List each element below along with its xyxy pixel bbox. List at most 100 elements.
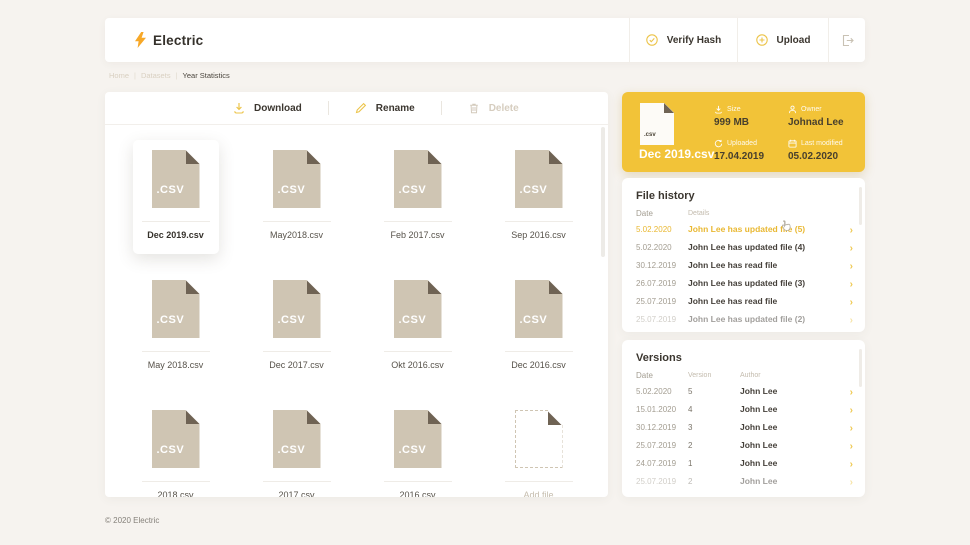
upload-button[interactable]: Upload bbox=[737, 18, 828, 62]
logout-button[interactable] bbox=[828, 18, 865, 62]
chevron-right-icon bbox=[845, 382, 853, 400]
file-extension-label: .csv bbox=[644, 132, 656, 138]
file-tile[interactable]: .CSV 2016.csv bbox=[357, 400, 478, 497]
version-date: 25.07.2019 bbox=[636, 476, 677, 486]
history-details: John Lee has updated file (4) bbox=[688, 242, 806, 252]
version-row[interactable]: 25.07.2019 2 John Lee bbox=[622, 436, 865, 454]
history-row[interactable]: 25.07.2019 John Lee has updated file (2) bbox=[622, 310, 865, 328]
file-history-header: Date Details bbox=[622, 207, 865, 220]
history-row[interactable]: 25.07.2019 John Lee has read file bbox=[622, 292, 865, 310]
rename-button[interactable]: Rename bbox=[355, 102, 415, 114]
history-date: 30.12.2019 bbox=[636, 260, 677, 270]
chevron-right-icon bbox=[845, 274, 853, 292]
scrollbar-thumb[interactable] bbox=[859, 187, 862, 225]
logout-icon bbox=[841, 34, 854, 47]
version-row[interactable]: 24.07.2019 1 John Lee bbox=[622, 454, 865, 472]
versions-header: Date Version Author bbox=[622, 369, 865, 382]
size-label: Size bbox=[727, 106, 741, 113]
file-name: Feb 2017.csv bbox=[390, 230, 445, 240]
version-number: 5 bbox=[688, 386, 693, 396]
owner-value: Johnad Lee bbox=[788, 117, 844, 128]
version-date: 15.01.2020 bbox=[636, 404, 677, 414]
history-date: 25.07.2019 bbox=[636, 296, 677, 306]
column-header-version: Version bbox=[688, 372, 712, 379]
file-name: Okt 2016.csv bbox=[391, 360, 444, 370]
add-file-tile[interactable]: Add file bbox=[478, 400, 599, 497]
selected-file-details-card: .csv Dec 2019.csv Size 999 MB Owner John… bbox=[622, 92, 865, 172]
file-tile[interactable]: .CSV Dec 2017.csv bbox=[236, 270, 357, 400]
csv-file-icon: .CSV bbox=[393, 150, 442, 208]
column-header-author: Author bbox=[740, 372, 761, 379]
file-tile-selected[interactable]: .CSV Dec 2019.csv bbox=[115, 140, 236, 270]
version-date: 24.07.2019 bbox=[636, 458, 677, 468]
check-circle-icon bbox=[646, 34, 658, 46]
owner-cell: Owner Johnad Lee bbox=[788, 105, 844, 128]
version-row[interactable]: 25.07.2019 2 John Lee bbox=[622, 472, 865, 490]
file-extension-label: .CSV bbox=[156, 444, 185, 456]
history-date: 25.07.2019 bbox=[636, 314, 677, 324]
versions-card: Versions Date Version Author 5.02.2020 5… bbox=[622, 340, 865, 497]
owner-label: Owner bbox=[801, 106, 822, 113]
scrollbar-thumb[interactable] bbox=[601, 127, 605, 257]
history-row[interactable]: 30.12.2019 John Lee has read file bbox=[622, 256, 865, 274]
csv-file-icon: .CSV bbox=[272, 280, 321, 338]
file-name: 2016.csv bbox=[399, 490, 436, 497]
chevron-right-icon bbox=[845, 418, 853, 436]
modified-cell: Last modified 05.02.2020 bbox=[788, 139, 843, 162]
history-row[interactable]: 5.02.2020 John Lee has updated file (4) bbox=[622, 238, 865, 256]
size-icon bbox=[714, 105, 723, 114]
modified-value: 05.02.2020 bbox=[788, 151, 839, 162]
rename-label: Rename bbox=[375, 102, 415, 114]
divider bbox=[141, 221, 210, 222]
file-tile[interactable]: .CSV May2018.csv bbox=[236, 140, 357, 270]
breadcrumb-datasets[interactable]: Datasets bbox=[141, 71, 183, 80]
breadcrumb: HomeDatasetsYear Statistics bbox=[109, 71, 230, 80]
file-tile[interactable]: .CSV Sep 2016.csv bbox=[478, 140, 599, 270]
version-author: John Lee bbox=[740, 404, 778, 414]
app-logo[interactable]: Electric bbox=[105, 18, 629, 62]
version-row[interactable]: 15.01.2020 4 John Lee bbox=[622, 400, 865, 418]
csv-file-icon: .CSV bbox=[151, 280, 200, 338]
csv-file-icon: .CSV bbox=[393, 410, 442, 468]
csv-file-icon: .CSV bbox=[151, 150, 200, 208]
version-author: John Lee bbox=[740, 458, 778, 468]
delete-label: Delete bbox=[488, 102, 519, 114]
trash-icon bbox=[468, 102, 480, 114]
file-name: Dec 2017.csv bbox=[269, 360, 324, 370]
file-browser-panel: Download Rename Delete .CSV Dec 2019.csv… bbox=[105, 92, 608, 497]
file-extension-label: .CSV bbox=[277, 444, 306, 456]
divider bbox=[262, 481, 331, 482]
add-file-icon bbox=[514, 410, 563, 468]
file-tile[interactable]: .CSV Dec 2016.csv bbox=[478, 270, 599, 400]
file-name: Dec 2016.csv bbox=[511, 360, 566, 370]
version-row[interactable]: 5.02.2020 5 John Lee bbox=[622, 382, 865, 400]
version-author: John Lee bbox=[740, 422, 778, 432]
verify-hash-button[interactable]: Verify Hash bbox=[629, 18, 737, 62]
file-extension-label: .CSV bbox=[398, 444, 427, 456]
selected-file-name: Dec 2019.csv bbox=[639, 147, 715, 161]
history-date: 5.02.2020 bbox=[636, 224, 672, 234]
file-grid: .CSV Dec 2019.csv .CSV May2018.csv .CSV … bbox=[105, 125, 608, 497]
file-tile[interactable]: .CSV May 2018.csv bbox=[115, 270, 236, 400]
delete-button[interactable]: Delete bbox=[468, 102, 519, 114]
download-button[interactable]: Download bbox=[233, 102, 302, 114]
file-toolbar: Download Rename Delete bbox=[105, 92, 608, 125]
refresh-icon bbox=[714, 139, 723, 148]
file-tile[interactable]: .CSV Feb 2017.csv bbox=[357, 140, 478, 270]
divider bbox=[383, 481, 452, 482]
scrollbar-thumb[interactable] bbox=[859, 349, 862, 387]
file-tile[interactable]: .CSV 2018.csv bbox=[115, 400, 236, 497]
version-date: 25.07.2019 bbox=[636, 440, 677, 450]
file-tile[interactable]: .CSV Okt 2016.csv bbox=[357, 270, 478, 400]
versions-title: Versions bbox=[636, 352, 682, 364]
version-number: 2 bbox=[688, 476, 693, 486]
history-row[interactable]: 26.07.2019 John Lee has updated file (3) bbox=[622, 274, 865, 292]
file-tile[interactable]: .CSV 2017.csv bbox=[236, 400, 357, 497]
history-row[interactable]: 5.02.2020 John Lee has updated file (5) bbox=[622, 220, 865, 238]
chevron-right-icon bbox=[845, 454, 853, 472]
divider bbox=[383, 221, 452, 222]
divider bbox=[262, 351, 331, 352]
breadcrumb-home[interactable]: Home bbox=[109, 71, 141, 80]
version-number: 3 bbox=[688, 422, 693, 432]
version-row[interactable]: 30.12.2019 3 John Lee bbox=[622, 418, 865, 436]
